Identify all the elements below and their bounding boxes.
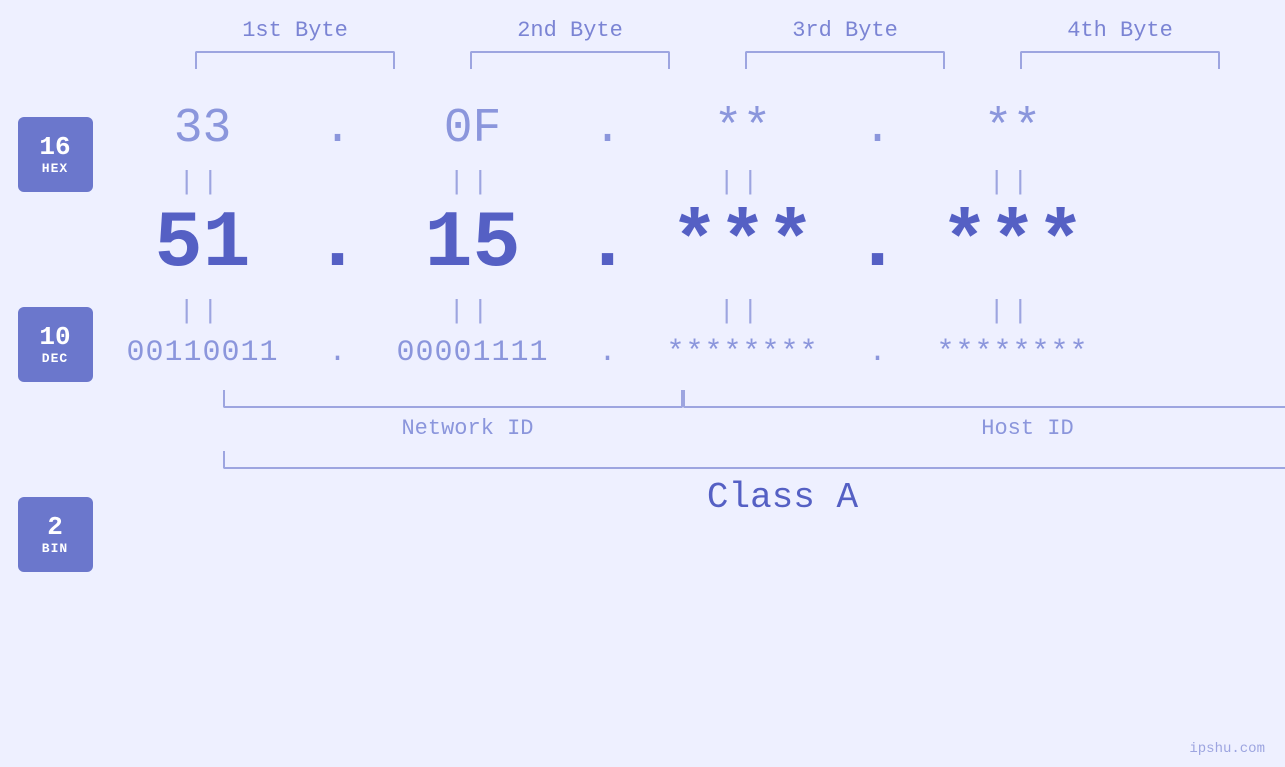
bracket-byte2 (470, 51, 670, 69)
content-area: 16 HEX 10 DEC 2 BIN 33 . 0F . ** . ** (18, 97, 1268, 572)
class-label: Class A (223, 477, 1285, 518)
dec-base-number: 10 (39, 323, 70, 352)
bottom-labels: Network ID Host ID (223, 416, 1285, 441)
host-bracket-wrap (683, 390, 1285, 408)
dec-byte2: 15 (363, 201, 583, 289)
byte4-header: 4th Byte (1010, 18, 1230, 43)
main-container: 1st Byte 2nd Byte 3rd Byte 4th Byte 16 H… (0, 0, 1285, 767)
bracket-byte4 (1020, 51, 1220, 69)
dec-dot2: . (583, 199, 633, 290)
network-id-bracket (223, 390, 683, 408)
top-brackets (158, 51, 1258, 69)
hex-dot2: . (583, 102, 633, 156)
eq1-byte4: || (903, 167, 1123, 197)
bracket-byte1 (195, 51, 395, 69)
hex-base-label: HEX (42, 161, 68, 176)
hex-byte4: ** (903, 97, 1123, 161)
bin-byte1: 00110011 (93, 328, 313, 378)
dec-row: 51 . 15 . *** . *** (93, 199, 1285, 290)
bin-base-label: BIN (42, 541, 68, 556)
bin-base-number: 2 (47, 513, 63, 542)
host-id-bracket (683, 390, 1285, 408)
bin-dot2: . (583, 336, 633, 370)
eq1-byte3: || (633, 167, 853, 197)
class-bracket (223, 451, 1285, 469)
watermark: ipshu.com (1189, 741, 1265, 757)
eq2-byte3: || (633, 296, 853, 326)
data-columns: 33 . 0F . ** . ** || || || || 51 (93, 97, 1285, 518)
dec-byte1: 51 (93, 201, 313, 289)
hex-byte2: 0F (363, 97, 583, 161)
byte1-header: 1st Byte (185, 18, 405, 43)
hex-byte1: 33 (93, 97, 313, 161)
network-id-label: Network ID (223, 416, 713, 441)
bottom-brackets (223, 390, 1285, 408)
hex-row: 33 . 0F . ** . ** (93, 97, 1285, 161)
bottom-section: Network ID Host ID (223, 390, 1285, 441)
bin-dot3: . (853, 336, 903, 370)
byte-headers: 1st Byte 2nd Byte 3rd Byte 4th Byte (158, 18, 1258, 43)
bin-dot1: . (313, 336, 363, 370)
hex-base-number: 16 (39, 133, 70, 162)
bin-badge: 2 BIN (18, 497, 93, 572)
hex-badge: 16 HEX (18, 117, 93, 192)
bin-byte2: 00001111 (363, 328, 583, 378)
dec-dot3: . (853, 199, 903, 290)
dec-byte4: *** (903, 201, 1123, 289)
equals-row-1: || || || || (93, 167, 1285, 197)
eq2-byte1: || (93, 296, 313, 326)
bin-row: 00110011 . 00001111 . ******** . *******… (93, 328, 1285, 378)
hex-dot1: . (313, 102, 363, 156)
badges-column: 16 HEX 10 DEC 2 BIN (18, 97, 93, 572)
bracket-byte3 (745, 51, 945, 69)
byte2-header: 2nd Byte (460, 18, 680, 43)
eq1-byte1: || (93, 167, 313, 197)
bin-byte4: ******** (903, 328, 1123, 378)
class-section: Class A (223, 451, 1285, 518)
hex-byte3: ** (633, 97, 853, 161)
dec-byte3: *** (633, 201, 853, 289)
bin-byte3: ******** (633, 328, 853, 378)
network-bracket-wrap (223, 390, 683, 408)
hex-dot3: . (853, 102, 903, 156)
eq2-byte2: || (363, 296, 583, 326)
eq2-byte4: || (903, 296, 1123, 326)
host-id-label: Host ID (713, 416, 1285, 441)
equals-row-2: || || || || (93, 296, 1285, 326)
dec-base-label: DEC (42, 351, 68, 366)
dec-badge: 10 DEC (18, 307, 93, 382)
dec-dot1: . (313, 199, 363, 290)
eq1-byte2: || (363, 167, 583, 197)
byte3-header: 3rd Byte (735, 18, 955, 43)
